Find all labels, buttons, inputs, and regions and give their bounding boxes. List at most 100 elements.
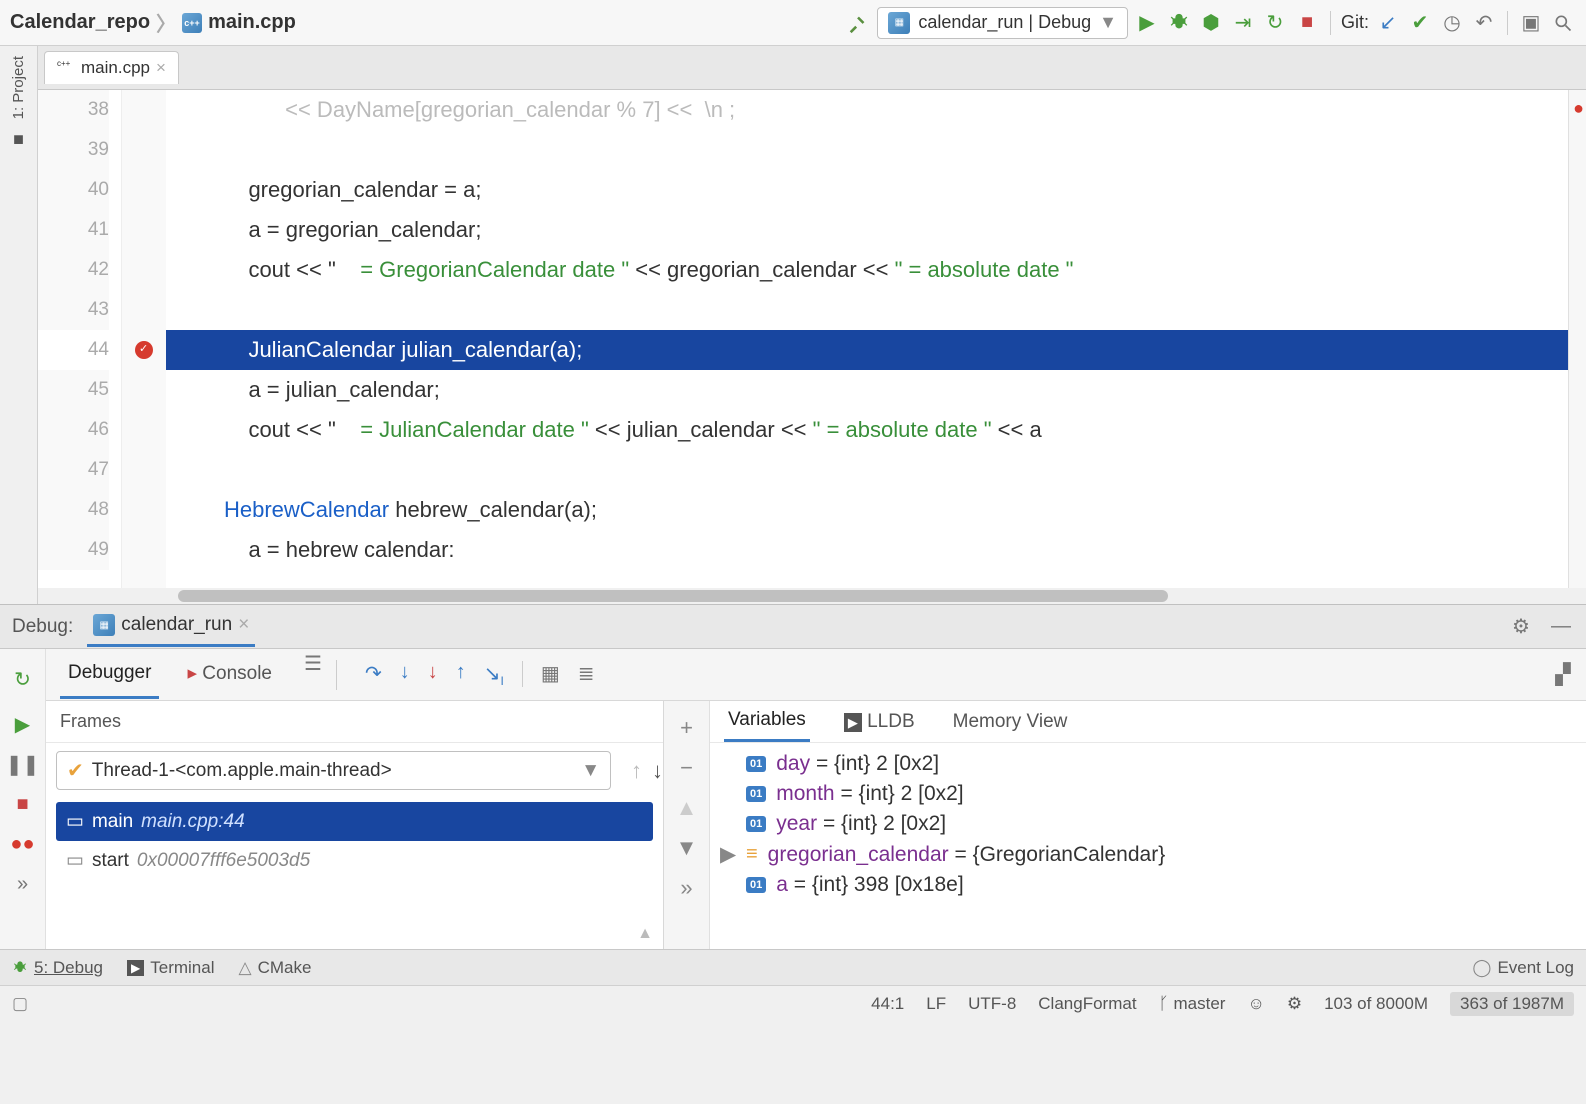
stop-icon[interactable]: ■ (1294, 10, 1320, 36)
tab-memory-view[interactable]: Memory View (949, 703, 1072, 741)
code-line: << DayName[gregorian_calendar % 7] << \n… (166, 90, 1568, 130)
step-into-icon[interactable]: ↓ (428, 661, 438, 688)
editor-body[interactable]: 38 39 40 41 42 43 44 45 46 47 48 49 (38, 90, 1586, 588)
layout-settings-icon[interactable]: ▞ (1550, 662, 1576, 688)
debug-session-tab[interactable]: ▦ calendar_run × (87, 606, 255, 647)
run-configuration-select[interactable]: ▦ calendar_run | Debug ▼ (877, 7, 1128, 39)
gear-icon[interactable]: ⚙ (1508, 614, 1534, 640)
build-icon[interactable] (845, 10, 871, 36)
scroll-up-icon[interactable]: ▲ (56, 925, 653, 943)
debug-icon[interactable] (1166, 10, 1192, 36)
trace-icon[interactable]: ≣ (578, 661, 595, 688)
rerun-icon[interactable]: ↻ (10, 667, 36, 693)
frame-row[interactable]: ▭ start 0x00007fff6e5003d5 (56, 841, 653, 880)
more-icon[interactable]: » (10, 871, 36, 897)
line-number: 44 (38, 330, 109, 370)
folder-icon[interactable]: ■ (13, 129, 24, 150)
tab-console[interactable]: ▸ Console (179, 650, 280, 699)
user-icon[interactable]: ☺ (1247, 994, 1264, 1014)
tab-event-log[interactable]: ◯ Event Log (1472, 958, 1574, 978)
run-config-label: calendar_run | Debug (918, 12, 1091, 33)
layout-icon[interactable]: ▣ (1518, 10, 1544, 36)
tab-variables[interactable]: Variables (724, 701, 810, 742)
scroll-up-icon[interactable]: ▲ (676, 795, 698, 821)
encoding[interactable]: UTF-8 (968, 994, 1016, 1014)
editor-tab-main[interactable]: c++ main.cpp × (44, 51, 179, 84)
thread-select[interactable]: ✔ Thread-1-<com.apple.main-thread> ▼ (56, 751, 611, 790)
code-line: cout << " = GregorianCalendar date " << … (166, 250, 1568, 290)
layout-icon[interactable]: ▢ (12, 994, 28, 1014)
cursor-position[interactable]: 44:1 (871, 994, 904, 1014)
git-commit-icon[interactable]: ✔ (1407, 10, 1433, 36)
stop-icon[interactable]: ■ (10, 791, 36, 817)
show-execution-icon[interactable]: ↷ (365, 661, 382, 688)
memory-indicator-2[interactable]: 363 of 1987M (1450, 992, 1574, 1016)
attach-icon[interactable]: ↻ (1262, 10, 1288, 36)
close-icon[interactable]: × (238, 614, 249, 636)
bottom-tool-tabs: 5: Debug ▶ Terminal △ CMake ◯ Event Log (0, 949, 1586, 985)
breakpoints-icon[interactable]: ●● (10, 831, 36, 857)
search-icon[interactable] (1550, 10, 1576, 36)
run-icon[interactable]: ▶ (1134, 10, 1160, 36)
top-toolbar: Calendar_repo 〉 c++ main.cpp ▦ calendar_… (0, 0, 1586, 46)
variable-row[interactable]: 01 a = {int} 398 [0x18e] (720, 870, 1576, 900)
memory-indicator-1[interactable]: 103 of 8000M (1324, 994, 1428, 1014)
tab-cmake[interactable]: △ CMake (238, 958, 311, 978)
remove-watch-icon[interactable]: − (680, 755, 693, 781)
step-out-icon[interactable]: ↑ (456, 661, 466, 688)
project-tool-button[interactable]: 1: Project (10, 56, 27, 119)
frame-down-icon[interactable]: ↓ (652, 758, 663, 784)
sync-icon[interactable]: ⚙ (1287, 994, 1302, 1014)
line-number-gutter: 38 39 40 41 42 43 44 45 46 47 48 49 (38, 90, 122, 588)
debug-panel: Debug: ▦ calendar_run × ⚙ — ↻ Debugger ▸… (0, 604, 1586, 949)
code-area[interactable]: << DayName[gregorian_calendar % 7] << \n… (166, 90, 1568, 588)
editor-tab-label: main.cpp (81, 58, 150, 78)
debug-toolbar: ↻ Debugger ▸ Console ☰ ↷ ↓ ↓ ↑ ↘I ▦ ≣ ▞ (0, 649, 1586, 701)
minimize-icon[interactable]: — (1548, 614, 1574, 640)
status-bar: ▢ 44:1 LF UTF-8 ClangFormat ᚴ master ☺ ⚙… (0, 985, 1586, 1021)
line-number: 42 (38, 250, 109, 290)
step-over-icon[interactable]: ↓ (400, 661, 410, 688)
scroll-down-icon[interactable]: ▼ (676, 835, 698, 861)
app-icon: ▦ (93, 614, 115, 636)
horizontal-scrollbar[interactable] (38, 588, 1586, 604)
debug-inner-tabs: Debugger ▸ Console ☰ (46, 650, 326, 699)
tab-lldb[interactable]: ▶ LLDB (840, 703, 919, 741)
tab-terminal[interactable]: ▶ Terminal (127, 958, 214, 978)
git-branch[interactable]: ᚴ master (1159, 994, 1226, 1014)
pause-icon[interactable]: ❚❚ (10, 751, 36, 777)
breadcrumb-project[interactable]: Calendar_repo (10, 11, 150, 34)
variable-row[interactable]: 01 month = {int} 2 [0x2] (720, 779, 1576, 809)
expand-icon[interactable]: ▶ (720, 842, 736, 867)
breadcrumb[interactable]: Calendar_repo 〉 c++ main.cpp (10, 8, 296, 37)
breadcrumb-file[interactable]: main.cpp (208, 11, 296, 34)
cpp-file-icon: c++ (57, 59, 75, 77)
editor-marker-bar[interactable]: ● (1568, 90, 1586, 588)
resume-icon[interactable]: ▶ (10, 711, 36, 737)
breakpoint-gutter[interactable] (122, 90, 166, 588)
run-to-cursor-icon[interactable]: ↘I (484, 661, 504, 688)
tab-debugger[interactable]: Debugger (60, 650, 159, 699)
line-ending[interactable]: LF (926, 994, 946, 1014)
coverage-icon[interactable]: ⬢ (1198, 10, 1224, 36)
variable-row[interactable]: ▶ ≡ gregorian_calendar = {GregorianCalen… (720, 839, 1576, 870)
tab-debug-bottom[interactable]: 5: Debug (12, 958, 103, 978)
variable-row[interactable]: 01 year = {int} 2 [0x2] (720, 809, 1576, 839)
line-number: 40 (38, 170, 109, 210)
close-icon[interactable]: × (156, 58, 166, 78)
error-icon[interactable]: ● (1573, 98, 1584, 119)
variable-row[interactable]: 01 day = {int} 2 [0x2] (720, 749, 1576, 779)
editor-tabs: c++ main.cpp × (38, 46, 1586, 90)
git-revert-icon[interactable]: ↶ (1471, 10, 1497, 36)
breakpoint-icon[interactable] (135, 341, 153, 359)
git-history-icon[interactable]: ◷ (1439, 10, 1465, 36)
git-update-icon[interactable]: ↙ (1375, 10, 1401, 36)
frame-row[interactable]: ▭ main main.cpp:44 (56, 802, 653, 841)
profile-icon[interactable]: ⇥ (1230, 10, 1256, 36)
add-watch-icon[interactable]: + (680, 715, 693, 741)
frame-up-icon[interactable]: ↑ (631, 758, 642, 784)
threads-icon[interactable]: ☰ (300, 650, 326, 676)
evaluate-icon[interactable]: ▦ (541, 661, 560, 688)
more-icon[interactable]: » (680, 875, 692, 901)
code-format[interactable]: ClangFormat (1038, 994, 1136, 1014)
